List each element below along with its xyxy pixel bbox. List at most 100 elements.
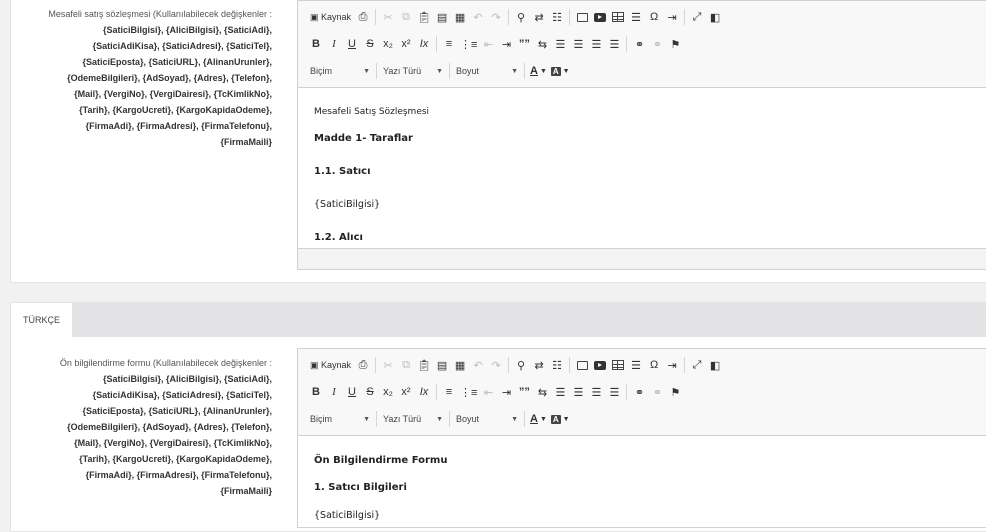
source-button[interactable]: ▣ Kaynak	[307, 355, 354, 375]
bold-button[interactable]: B	[307, 34, 325, 54]
horizontal-rule-icon[interactable]: ☰	[627, 355, 645, 375]
size-select[interactable]: Boyut ▼	[453, 62, 521, 80]
align-center-icon[interactable]: ☰	[569, 34, 587, 54]
maximize-icon[interactable]: ⤢	[688, 355, 706, 375]
subscript-button[interactable]: x₂	[379, 382, 397, 402]
strike-button[interactable]: S	[361, 382, 379, 402]
maximize-icon[interactable]: ⤢	[688, 7, 706, 27]
underline-button[interactable]: U	[343, 382, 361, 402]
bg-color-button[interactable]: A ▼	[549, 409, 572, 429]
toolbar-separator	[375, 9, 377, 25]
format-select[interactable]: Biçim ▼	[307, 410, 373, 428]
unlink-icon[interactable]: ⚭	[648, 382, 666, 402]
align-left-icon[interactable]: ☰	[551, 382, 569, 402]
superscript-button[interactable]: x²	[397, 382, 415, 402]
paste-icon[interactable]: 📋︎	[415, 355, 433, 375]
anchor-flag-icon[interactable]: ⚑	[666, 34, 684, 54]
paste-word-icon[interactable]: ▦	[451, 355, 469, 375]
horizontal-rule-icon[interactable]: ☰	[627, 7, 645, 27]
select-all-icon[interactable]: ☷	[548, 7, 566, 27]
text-color-button[interactable]: A ▼	[528, 409, 549, 429]
copy-icon[interactable]: ⧉	[397, 355, 415, 375]
replace-icon[interactable]: ⇄	[530, 355, 548, 375]
superscript-button[interactable]: x²	[397, 34, 415, 54]
paste-text-icon[interactable]: ▤	[433, 355, 451, 375]
cut-icon[interactable]: ✂	[379, 355, 397, 375]
bold-button[interactable]: B	[307, 382, 325, 402]
format-select[interactable]: Biçim ▼	[307, 62, 373, 80]
table-icon[interactable]	[609, 7, 627, 27]
justify-icon[interactable]: ☰	[605, 382, 623, 402]
justify-icon[interactable]: ☰	[605, 34, 623, 54]
editor-content[interactable]: Ön Bilgilendirme Formu 1. Satıcı Bilgile…	[298, 436, 986, 529]
redo-icon[interactable]: ↷	[487, 355, 505, 375]
italic-button[interactable]: I	[325, 34, 343, 54]
paste-word-icon[interactable]: ▦	[451, 7, 469, 27]
show-blocks-icon[interactable]: ◧	[706, 7, 724, 27]
editor-content[interactable]: Mesafeli Satış Sözleşmesi Madde 1- Taraf…	[298, 88, 986, 249]
contract-vars-line: {SaticiEposta}, {SaticiURL}, {AlinanUrun…	[82, 57, 272, 67]
tab-turkce[interactable]: TÜRKÇE	[11, 303, 72, 337]
show-blocks-icon[interactable]: ◧	[706, 355, 724, 375]
numbered-list-icon[interactable]: ≡	[440, 382, 458, 402]
print-icon[interactable]: ⎙	[354, 355, 372, 375]
source-button[interactable]: ▣ Kaynak	[307, 7, 354, 27]
indent-icon[interactable]: ⇥	[497, 34, 515, 54]
remove-format-button[interactable]: Ix	[415, 34, 433, 54]
bg-color-button[interactable]: A ▼	[549, 61, 572, 81]
link-icon[interactable]: ⚭	[630, 34, 648, 54]
image-icon[interactable]	[573, 7, 591, 27]
select-all-icon[interactable]: ☷	[548, 355, 566, 375]
undo-icon[interactable]: ↶	[469, 355, 487, 375]
cut-icon[interactable]: ✂	[379, 7, 397, 27]
outdent-icon[interactable]: ⇤	[479, 382, 497, 402]
size-select[interactable]: Boyut ▼	[453, 410, 521, 428]
redo-icon[interactable]: ↷	[487, 7, 505, 27]
text-color-button[interactable]: A ▼	[528, 61, 549, 81]
align-left-icon[interactable]: ☰	[551, 34, 569, 54]
unlink-icon[interactable]: ⚭	[648, 34, 666, 54]
outdent-icon[interactable]: ⇤	[479, 34, 497, 54]
paste-text-icon[interactable]: ▤	[433, 7, 451, 27]
find-icon[interactable]: ⚲	[512, 7, 530, 27]
omega-icon[interactable]: Ω	[645, 355, 663, 375]
paste-icon[interactable]: 📋︎	[415, 7, 433, 27]
subscript-button[interactable]: x₂	[379, 34, 397, 54]
bidi-icon[interactable]: ⇆	[533, 34, 551, 54]
bidi-icon[interactable]: ⇆	[533, 382, 551, 402]
strike-button[interactable]: S	[361, 34, 379, 54]
blockquote-button[interactable]: ””	[515, 34, 533, 54]
anchor-flag-icon[interactable]: ⚑	[666, 382, 684, 402]
align-right-icon[interactable]: ☰	[587, 382, 605, 402]
undo-icon[interactable]: ↶	[469, 7, 487, 27]
bullet-list-icon[interactable]: ⋮≡	[458, 34, 479, 54]
page-break-icon[interactable]: ⇥	[663, 7, 681, 27]
omega-icon[interactable]: Ω	[645, 7, 663, 27]
image-icon[interactable]	[573, 355, 591, 375]
preinfo-editor: ▣ Kaynak ⎙ ✂ ⧉ 📋︎ ▤ ▦ ↶ ↷ ⚲ ⇄ ☷ ☰ Ω ⇥ ⤢ …	[297, 348, 986, 528]
link-icon[interactable]: ⚭	[630, 382, 648, 402]
table-icon[interactable]	[609, 355, 627, 375]
indent-icon[interactable]: ⇥	[497, 382, 515, 402]
bullet-list-icon[interactable]: ⋮≡	[458, 382, 479, 402]
page-break-icon[interactable]: ⇥	[663, 355, 681, 375]
underline-button[interactable]: U	[343, 34, 361, 54]
numbered-list-icon[interactable]: ≡	[440, 34, 458, 54]
font-select[interactable]: Yazı Türü ▼	[380, 410, 446, 428]
video-icon[interactable]	[591, 355, 609, 375]
find-icon[interactable]: ⚲	[512, 355, 530, 375]
font-select[interactable]: Yazı Türü ▼	[380, 62, 446, 80]
replace-icon[interactable]: ⇄	[530, 7, 548, 27]
text-color-label: A	[530, 65, 538, 77]
print-icon[interactable]: ⎙	[354, 7, 372, 27]
align-right-icon[interactable]: ☰	[587, 34, 605, 54]
copy-icon[interactable]: ⧉	[397, 7, 415, 27]
content-heading: 1.1. Satıcı	[314, 166, 371, 177]
format-select-label: Biçim	[310, 414, 332, 424]
align-center-icon[interactable]: ☰	[569, 382, 587, 402]
italic-button[interactable]: I	[325, 382, 343, 402]
video-icon[interactable]	[591, 7, 609, 27]
remove-format-button[interactable]: Ix	[415, 382, 433, 402]
blockquote-button[interactable]: ””	[515, 382, 533, 402]
contract-vars-line: {SaticiAdiKisa}, {SaticiAdresi}, {Satici…	[92, 41, 272, 51]
